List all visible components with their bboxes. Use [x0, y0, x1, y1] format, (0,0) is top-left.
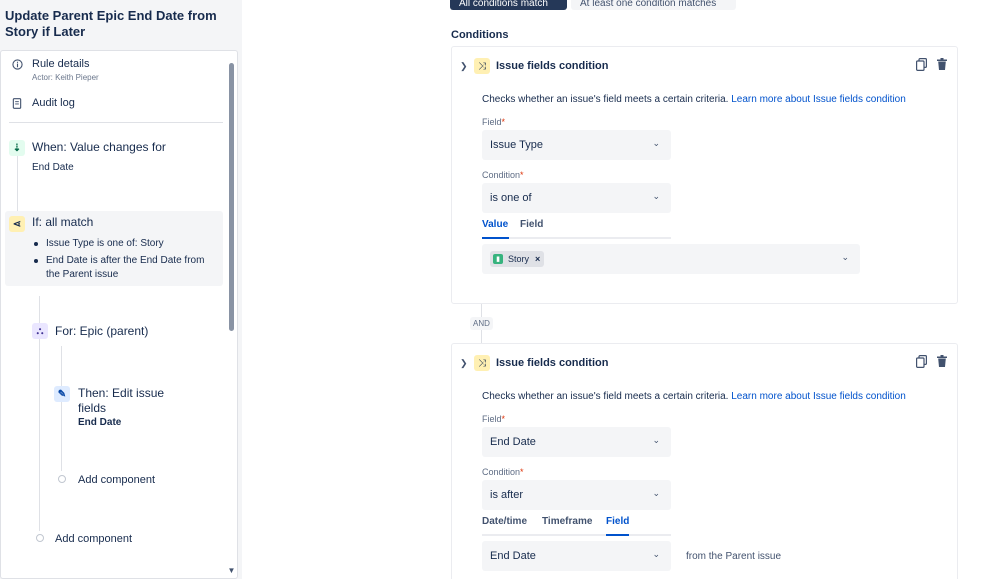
rule-details-label: Rule details — [32, 58, 90, 70]
tab-value[interactable]: Value — [482, 219, 509, 239]
condition-card: ❯ ⤨ Issue fields condition Checks whethe… — [451, 46, 958, 304]
chevron-down-icon: ⌄ — [652, 435, 660, 445]
branch-title[interactable]: For: Epic (parent) — [55, 324, 148, 339]
field-label-text: Field — [482, 414, 502, 424]
value-multiselect[interactable]: ▮ Story × ⌄ — [482, 244, 860, 274]
rule-components-panel: Rule details Actor: Keith Pieper Audit l… — [0, 50, 238, 579]
tab-field[interactable]: Field — [606, 516, 629, 536]
tab-field[interactable]: Field — [520, 219, 543, 239]
required-marker: * — [520, 467, 524, 477]
branch-icon: ⛬ — [32, 323, 48, 339]
field-select[interactable]: Issue Type ⌄ — [482, 130, 671, 160]
chevron-down-icon: ⌄ — [652, 138, 660, 148]
and-connector — [481, 330, 482, 343]
condition-icon: ⋖ — [9, 216, 25, 232]
card-description: Checks whether an issue's field meets a … — [482, 391, 906, 402]
sidebar-scrollbar-thumb[interactable] — [229, 63, 234, 331]
condition-label-text: Condition — [482, 170, 521, 180]
chevron-down-icon: ⌄ — [841, 252, 849, 262]
shuffle-icon: ⤨ — [474, 355, 490, 371]
field-select-value: Issue Type — [490, 139, 543, 151]
automation-rule-editor: Update Parent Epic End Date from Story i… — [0, 0, 999, 579]
rule-sidebar: Update Parent Epic End Date from Story i… — [0, 0, 242, 579]
trigger-title[interactable]: When: Value changes for — [32, 140, 166, 155]
learn-more-link[interactable]: Learn more about Issue fields condition — [731, 94, 906, 105]
pencil-icon: ✎ — [54, 386, 70, 402]
add-component-inner[interactable]: Add component — [78, 474, 155, 486]
card-title: Issue fields condition — [496, 357, 609, 369]
action-title[interactable]: Then: Edit issue fields — [78, 386, 178, 416]
condition-select-value: is after — [490, 489, 524, 501]
action-field: End Date — [78, 417, 122, 428]
field-label: Field* — [482, 117, 505, 127]
and-badge: AND — [470, 317, 493, 330]
trash-icon[interactable] — [937, 355, 947, 370]
chevron-down-icon: ⌄ — [652, 488, 660, 498]
required-marker: * — [501, 117, 506, 127]
all-conditions-match-button[interactable]: All conditions match — [450, 0, 567, 10]
sidebar-divider — [9, 122, 223, 123]
shuffle-icon: ⤨ — [474, 58, 490, 74]
condition-label: Condition* — [482, 467, 524, 477]
description-text: Checks whether an issue's field meets a … — [482, 94, 729, 105]
remove-chip-icon[interactable]: × — [535, 254, 540, 264]
condition-select[interactable]: is one of ⌄ — [482, 183, 671, 213]
add-component-dot — [58, 475, 66, 483]
required-marker: * — [520, 170, 524, 180]
chevron-down-icon[interactable]: ❯ — [460, 61, 468, 72]
flow-connector — [61, 346, 62, 471]
rule-details-link[interactable]: Rule details Actor: Keith Pieper — [11, 58, 99, 82]
chevron-down-icon[interactable]: ❯ — [460, 358, 468, 369]
copy-icon[interactable] — [916, 58, 928, 74]
field-select-value: End Date — [490, 436, 536, 448]
tab-timeframe[interactable]: Timeframe — [542, 516, 592, 536]
info-icon — [11, 58, 23, 70]
card-title: Issue fields condition — [496, 60, 609, 72]
flow-connector — [17, 156, 18, 211]
trigger-field: End Date — [32, 162, 74, 173]
document-icon — [11, 97, 23, 109]
description-text: Checks whether an issue's field meets a … — [482, 391, 729, 402]
compare-field-select[interactable]: End Date ⌄ — [482, 541, 671, 571]
and-connector — [481, 304, 482, 317]
copy-icon[interactable] — [916, 355, 928, 371]
conditions-heading: Conditions — [451, 29, 509, 41]
condition-select[interactable]: is after ⌄ — [482, 480, 671, 510]
compare-type-tabs: Date/time Timeframe Field — [482, 516, 671, 536]
field-label: Field* — [482, 414, 505, 424]
actor-label: Actor: Keith Pieper — [32, 73, 99, 82]
story-icon: ▮ — [493, 254, 503, 264]
compare-suffix: from the Parent issue — [686, 551, 782, 562]
trash-icon[interactable] — [937, 58, 947, 73]
condition-card: ❯ ⤨ Issue fields condition Checks whethe… — [451, 343, 958, 579]
chevron-down-icon: ⌄ — [652, 191, 660, 201]
rule-title: Update Parent Epic End Date from Story i… — [5, 8, 217, 39]
required-marker: * — [501, 414, 506, 424]
field-label-text: Field — [482, 117, 502, 127]
audit-log-link[interactable]: Audit log — [11, 97, 75, 109]
card-description: Checks whether an issue's field meets a … — [482, 94, 906, 105]
add-component-outer[interactable]: Add component — [55, 533, 132, 545]
audit-log-label: Audit log — [32, 97, 75, 109]
condition-label: Condition* — [482, 170, 524, 180]
condition-label-text: Condition — [482, 467, 521, 477]
chip-label: Story — [508, 254, 530, 264]
value-type-tabs: Value Field — [482, 219, 671, 239]
condition-title: If: all match — [32, 215, 94, 229]
compare-field-value: End Date — [490, 550, 536, 562]
trigger-icon: ⇣ — [9, 140, 25, 156]
tab-date-time[interactable]: Date/time — [482, 516, 527, 536]
list-item: Issue Type is one of: Story — [34, 237, 214, 251]
chevron-down-icon: ⌄ — [652, 549, 660, 559]
at-least-one-condition-button[interactable]: At least one condition matches — [571, 0, 736, 10]
list-item: End Date is after the End Date from the … — [34, 254, 214, 282]
condition-summary: Issue Type is one of: Story End Date is … — [34, 237, 214, 285]
condition-select-value: is one of — [490, 192, 532, 204]
story-chip: ▮ Story × — [490, 251, 545, 267]
scroll-down-icon[interactable]: ▼ — [227, 566, 236, 575]
add-component-dot — [36, 534, 44, 542]
field-select[interactable]: End Date ⌄ — [482, 427, 671, 457]
learn-more-link[interactable]: Learn more about Issue fields condition — [731, 391, 906, 402]
